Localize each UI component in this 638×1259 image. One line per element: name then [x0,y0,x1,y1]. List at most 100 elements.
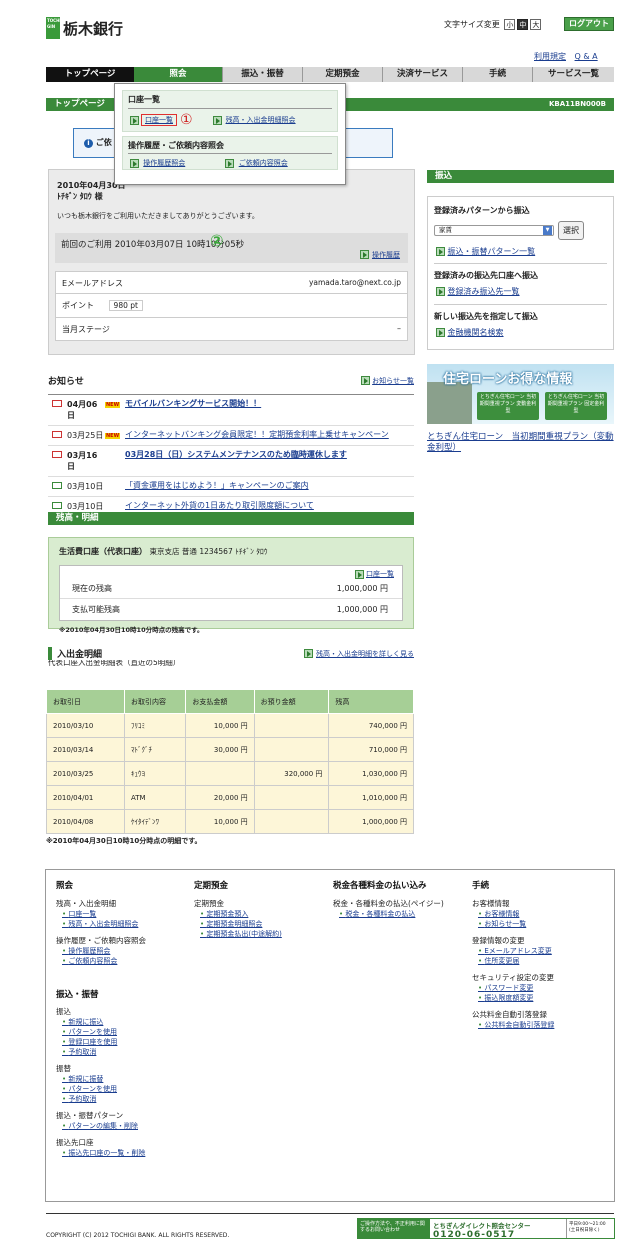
news-item: 03月16日 03月28日（日）システムメンテナンスのため臨時運休します [48,446,414,477]
news-link[interactable]: モバイルバンキングサービス開始！！ [125,399,410,409]
contact-tel[interactable]: 0120-06-0517 [433,1230,563,1240]
table-row: 2010/03/10 ﾌﾘｺﾐ 10,000 円 740,000 円 [46,713,414,738]
font-size-switch: 文字サイズ変更 小中大 [444,19,542,30]
footer-link[interactable]: 予約取消 [62,1094,186,1104]
detail-link[interactable]: 残高・入出金明細を詳しく見る [316,650,414,658]
mortgage-link[interactable]: とちぎん住宅ローン 当初期間重視プラン（変動金利型） [427,432,617,454]
detail-header: 入出金明細 残高・入出金明細を詳しく見る [48,647,414,660]
footer-heading-procedure: 手続 [472,881,490,891]
nav-deposit[interactable]: 定期預金 [302,67,382,82]
table-header-cell: お取引日 [46,689,125,714]
mortgage-banner[interactable]: 住宅ローンお得な情報 とちぎん住宅ローン 当初期間重視プラン 変動金利型 とちぎ… [427,364,614,424]
footer-link[interactable]: 振込限度額変更 [478,993,607,1003]
banner-title: 住宅ローンお得な情報 [443,372,573,387]
news-item: 04月06日 NEW モバイルバンキングサービス開始！！ [48,395,414,426]
footer-sub: 振込先口座 [56,1138,94,1147]
table-cell [253,713,330,738]
transfer-panel: 登録済みパターンから振込 家賃 ▼ 選択 振込・振替パターン一覧 登録済みの振込… [427,196,614,350]
footer-link[interactable]: 公共料金自動引落登録 [478,1020,607,1030]
nav-inquiry[interactable]: 照会 [134,67,222,82]
table-cell: ATM [123,785,187,810]
footer-link[interactable]: パターンを使用 [62,1084,186,1094]
arrow-icon [225,158,235,168]
available-balance-row: 支払可能残高 1,000,000 円 [60,599,402,620]
nav-procedure[interactable]: 手続 [462,67,532,82]
available-balance-value: 1,000,000 円 [336,605,388,614]
news-item: 03月25日 NEW インターネットバンキング会員限定！！定期預金利率上乗せキャンペ… [48,426,414,446]
footer-link[interactable]: パターンの編集・削除 [62,1121,186,1131]
mail-icon [52,400,62,407]
banner-plan-variable[interactable]: とちぎん住宅ローン 当初期間重視プラン 変動金利型 [477,392,539,420]
bank-search-link[interactable]: 金融機関名検索 [448,328,504,337]
table-cell: 1,030,000 円 [328,761,414,786]
footer-link[interactable]: 操作履歴照会 [62,946,186,956]
registered-payee-link[interactable]: 登録済み振込先一覧 [448,287,520,296]
footer-link[interactable]: 登録口座を使用 [62,1037,186,1047]
dropdown-history[interactable]: 操作履歴照会 [143,159,185,167]
arrow-icon [436,287,445,296]
news-link[interactable]: 03月28日（日）システムメンテナンスのため臨時運休します [125,450,410,460]
font-large-button[interactable]: 大 [530,19,542,30]
table-row: 2010/03/25 ｷｭｳﾖ 320,000 円 1,030,000 円 [46,761,414,786]
footer-link[interactable]: パターンを使用 [62,1027,186,1037]
footer-sub: 操作履歴・ご依頼内容照会 [56,936,146,945]
footer-link[interactable]: お知らせ一覧 [478,919,607,929]
contact-lead: ご操作方法や、不正利用に関するお問い合わせ [358,1219,430,1238]
pattern-select[interactable]: 家賃 ▼ [434,225,554,236]
current-balance-label: 現在の残高 [72,584,112,593]
news-all-link[interactable]: お知らせ一覧 [372,377,414,385]
user-name: ﾄﾁｷﾞﾝ ﾀﾛｳ 様 [57,192,103,201]
inquiry-dropdown: 口座一覧 口座一覧 ① 残高・入出金明細照会 操作履歴・ご依頼内容照会 操作履歴… [114,83,346,185]
dropdown-requests[interactable]: ご依頼内容照会 [239,159,288,167]
footer-link[interactable]: 新規に振込 [62,1017,186,1027]
logout-button[interactable]: ログアウト [564,17,614,31]
dropdown-heading-accounts: 口座一覧 [128,94,332,109]
footer-link[interactable]: 定期預金預入 [200,909,324,919]
nav-services[interactable]: サービス一覧 [532,67,614,82]
news-link[interactable]: 「資金運用をはじめよう！」キャンペーンのご案内 [125,481,410,491]
footer-link[interactable]: お客様情報 [478,909,607,919]
dropdown-account-list[interactable]: 口座一覧 [141,114,177,126]
footer-link[interactable]: 新規に振替 [62,1074,186,1084]
nav-payment[interactable]: 決済サービス [382,67,462,82]
font-small-button[interactable]: 小 [504,19,516,30]
footer-heading-deposit: 定期預金 [194,881,229,891]
balance-header: 残高・明細 [48,512,414,525]
table-cell [253,809,330,834]
news-link[interactable]: インターネットバンキング会員限定！！定期預金利率上乗せキャンペーン [125,430,410,440]
nav-top[interactable]: トップページ [46,67,134,82]
footer-link[interactable]: 定期預金払出(中途解約) [200,929,324,939]
banner-plan-fixed[interactable]: とちぎん住宅ローン 当初期間重視プラン 固定金利型 [545,392,607,420]
detail-note: ※2010年04月30日10時10分時点の明細です。 [46,837,202,845]
footer-link[interactable]: Eメールアドレス変更 [478,946,607,956]
terms-link[interactable]: 利用規定 [534,52,566,61]
table-cell: 30,000 円 [185,737,255,762]
history-link[interactable]: 操作履歴 [372,251,400,259]
footer-link[interactable]: 税金・各種料金の払込 [339,909,463,919]
select-button[interactable]: 選択 [558,221,584,240]
logo[interactable]: TOCHI GIN 栃木銀行 [46,17,123,39]
footer-link[interactable]: 予約取消 [62,1047,186,1057]
footer-link[interactable]: 振込先口座の一覧・削除 [62,1148,186,1158]
table-cell: 10,000 円 [185,713,255,738]
account-list-link[interactable]: 口座一覧 [366,570,394,578]
footer-link[interactable]: ご依頼内容照会 [62,956,186,966]
footer-link[interactable]: 住所変更届 [478,956,607,966]
stage-value: – [397,324,401,333]
nav-transfer[interactable]: 振込・振替 [222,67,302,82]
footer-link[interactable]: 定期預金明細照会 [200,919,324,929]
balance-title: 残高・明細 [56,513,99,523]
pattern-list-link[interactable]: 振込・振替パターン一覧 [448,247,536,256]
news-link[interactable]: インターネット外貨の1日あたり取引限度額について [125,501,410,511]
table-cell: ﾌﾘｺﾐ [123,713,187,738]
dropdown-group-history: 操作履歴・ご依頼内容照会 操作履歴照会 ご依頼内容照会 [122,136,338,170]
qa-link[interactable]: Q & A [575,52,598,61]
footer-link[interactable]: 残高・入出金明細照会 [62,919,186,929]
footer-sub: お客様情報 [472,899,510,908]
font-mid-button[interactable]: 中 [517,19,529,30]
footer-link[interactable]: 口座一覧 [62,909,186,919]
table-cell [253,737,330,762]
page-title: トップページ [54,99,105,109]
footer-link[interactable]: パスワード変更 [478,983,607,993]
dropdown-balance-detail[interactable]: 残高・入出金明細照会 [226,115,296,125]
